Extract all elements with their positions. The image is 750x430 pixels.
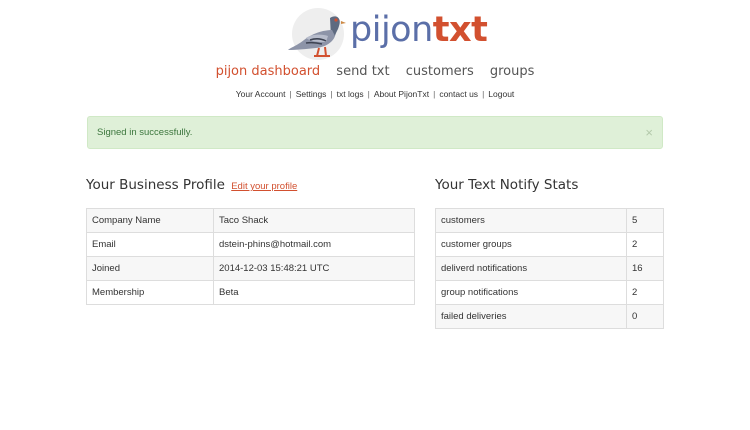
pigeon-logo-icon xyxy=(288,8,346,60)
stat-value: 0 xyxy=(626,304,664,329)
nav-customers[interactable]: customers xyxy=(406,64,474,79)
subnav-separator: | xyxy=(482,89,485,99)
profile-key: Membership xyxy=(86,280,214,305)
profile-value: Taco Shack xyxy=(213,208,415,233)
nav-dashboard[interactable]: pijon dashboard xyxy=(216,64,321,79)
logo[interactable]: pijontxt xyxy=(286,4,488,62)
nav-send-txt[interactable]: send txt xyxy=(336,64,389,79)
sub-nav: Your Account | Settings | txt logs | About Pij… xyxy=(0,89,750,99)
main-nav: pijon dashboard send txt customers group… xyxy=(0,64,750,79)
stat-value: 16 xyxy=(626,256,664,281)
subnav-about[interactable]: About PijonTxt xyxy=(374,89,429,99)
profile-heading: Your Business Profile Edit your profile xyxy=(86,177,297,193)
stats-table: customers 5 customer groups 2 deliverd not… xyxy=(435,208,664,329)
subnav-logout[interactable]: Logout xyxy=(488,89,514,99)
table-row: group notifications 2 xyxy=(435,280,664,305)
edit-profile-link[interactable]: Edit your profile xyxy=(231,181,297,192)
subnav-contact[interactable]: contact us xyxy=(439,89,478,99)
brand-name-part2: txt xyxy=(432,10,488,50)
profile-title: Your Business Profile xyxy=(86,177,225,193)
table-row: Company Name Taco Shack xyxy=(86,208,415,233)
subnav-separator: | xyxy=(330,89,333,99)
subnav-separator: | xyxy=(367,89,370,99)
stat-label: deliverd notifications xyxy=(435,256,627,281)
table-row: customer groups 2 xyxy=(435,232,664,257)
profile-key: Joined xyxy=(86,256,214,281)
subnav-your-account[interactable]: Your Account xyxy=(236,89,286,99)
profile-value: dstein-phins@hotmail.com xyxy=(213,232,415,257)
table-row: Email dstein-phins@hotmail.com xyxy=(86,232,415,257)
brand-name: pijontxt xyxy=(350,10,488,50)
subnav-txt-logs[interactable]: txt logs xyxy=(337,89,364,99)
profile-table: Company Name Taco Shack Email dstein-phins… xyxy=(86,208,415,305)
profile-value: Beta xyxy=(213,280,415,305)
subnav-settings[interactable]: Settings xyxy=(296,89,327,99)
stat-label: group notifications xyxy=(435,280,627,305)
profile-key: Email xyxy=(86,232,214,257)
table-row: failed deliveries 0 xyxy=(435,304,664,329)
stat-label: customers xyxy=(435,208,627,233)
subnav-separator: | xyxy=(289,89,292,99)
table-row: customers 5 xyxy=(435,208,664,233)
profile-value: 2014-12-03 15:48:21 UTC xyxy=(213,256,415,281)
stat-value: 2 xyxy=(626,232,664,257)
success-alert: Signed in successfully. × xyxy=(87,116,663,149)
table-row: Membership Beta xyxy=(86,280,415,305)
alert-message: Signed in successfully. xyxy=(97,127,193,138)
table-row: Joined 2014-12-03 15:48:21 UTC xyxy=(86,256,415,281)
stat-label: failed deliveries xyxy=(435,304,627,329)
subnav-separator: | xyxy=(433,89,436,99)
brand-name-part1: pijon xyxy=(350,10,433,50)
profile-key: Company Name xyxy=(86,208,214,233)
close-icon[interactable]: × xyxy=(645,125,653,140)
nav-groups[interactable]: groups xyxy=(490,64,535,79)
stat-value: 5 xyxy=(626,208,664,233)
stats-heading: Your Text Notify Stats xyxy=(435,177,579,193)
stat-label: customer groups xyxy=(435,232,627,257)
stat-value: 2 xyxy=(626,280,664,305)
table-row: deliverd notifications 16 xyxy=(435,256,664,281)
